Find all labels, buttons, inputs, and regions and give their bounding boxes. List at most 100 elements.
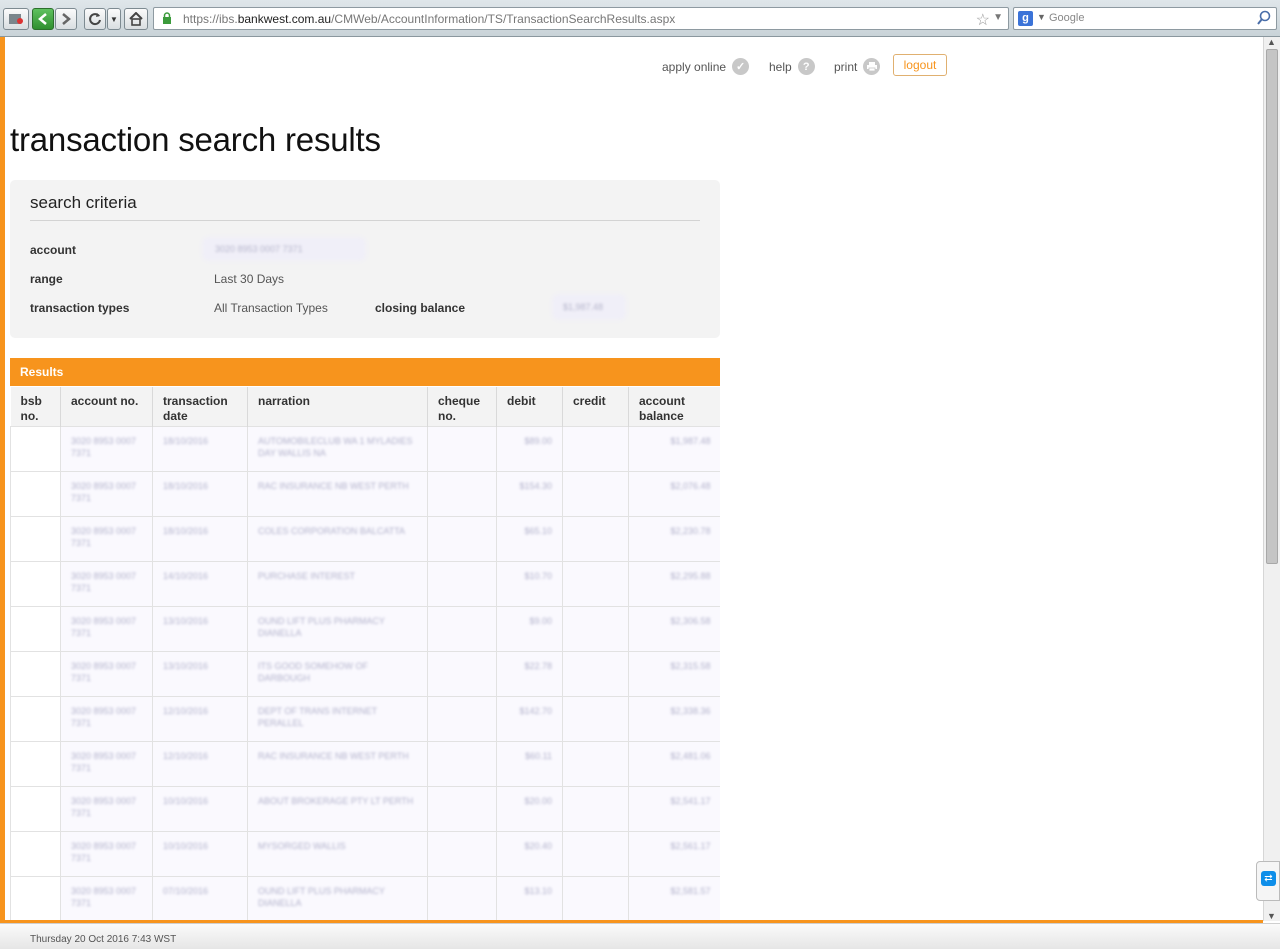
debit-value: $20.40 <box>524 840 552 851</box>
debit-value: $13.10 <box>524 885 552 896</box>
closing-balance-value: $1,987.48 <box>563 302 604 312</box>
home-button[interactable] <box>124 8 148 30</box>
cell-account: 3020 8953 0007 7371 <box>60 470 153 516</box>
cell-account: 3020 8953 0007 7371 <box>60 785 153 831</box>
column-header-credit[interactable]: credit <box>562 387 629 426</box>
cell-bsb <box>10 830 61 876</box>
cell-credit <box>562 785 629 831</box>
left-accent-bar <box>0 37 5 921</box>
balance-value: $1,987.48 <box>670 435 711 446</box>
date-value: 18/10/2016 <box>163 525 209 536</box>
date-value: 13/10/2016 <box>163 660 209 671</box>
table-row: 3020 8953 0007 7371 13/10/2016 ITS GOOD SO… <box>10 650 720 696</box>
reload-button[interactable] <box>84 8 106 30</box>
column-header-date[interactable]: transaction date <box>152 387 248 426</box>
balance-value: $2,581.57 <box>670 885 711 896</box>
print-link[interactable]: print <box>834 58 881 75</box>
cell-credit <box>562 830 629 876</box>
column-header-bsb[interactable]: bsb no. <box>10 387 61 426</box>
narration-value: ABOUT BROKERAGE PTY LT PERTH <box>258 795 414 806</box>
cell-account: 3020 8953 0007 7371 <box>60 605 153 651</box>
balance-value: $2,230.78 <box>670 525 711 536</box>
scroll-up-icon[interactable]: ▲ <box>1267 37 1276 47</box>
date-value: 10/10/2016 <box>163 840 209 851</box>
cell-account: 3020 8953 0007 7371 <box>60 425 153 471</box>
search-criteria-panel: search criteria account 3020 8953 0007 7… <box>10 180 720 338</box>
cell-date: 18/10/2016 <box>152 515 248 561</box>
cell-cheque <box>427 650 497 696</box>
cell-cheque <box>427 875 497 920</box>
debit-value: $20.00 <box>524 795 552 806</box>
narration-value: AUTOMOBILECLUB WA 1 MYLADIES DAY WALLIS … <box>258 435 413 458</box>
teamviewer-tab[interactable]: ⇄ <box>1256 861 1280 901</box>
column-header-account[interactable]: account no. <box>60 387 153 426</box>
table-header-row: bsb no. account no. transaction date nar… <box>10 387 720 426</box>
cell-debit: $65.10 <box>496 515 563 561</box>
cell-credit <box>562 560 629 606</box>
search-input[interactable]: Google <box>1049 12 1084 24</box>
cell-cheque <box>427 425 497 471</box>
cell-account: 3020 8953 0007 7371 <box>60 560 153 606</box>
cell-account: 3020 8953 0007 7371 <box>60 515 153 561</box>
cell-account: 3020 8953 0007 7371 <box>60 695 153 741</box>
cell-bsb <box>10 740 61 786</box>
help-link[interactable]: help ? <box>769 58 815 75</box>
google-icon[interactable]: g <box>1018 11 1033 26</box>
cell-date: 12/10/2016 <box>152 740 248 786</box>
table-row: 3020 8953 0007 7371 10/10/2016 MYSORGED WA… <box>10 830 720 876</box>
transactions-table: bsb no. account no. transaction date nar… <box>10 387 720 920</box>
browser-menu-icon[interactable] <box>3 8 29 30</box>
cell-bsb <box>10 650 61 696</box>
date-value: 07/10/2016 <box>163 885 209 896</box>
column-header-debit[interactable]: debit <box>496 387 563 426</box>
cell-narration: RAC INSURANCE NB WEST PERTH <box>247 740 428 786</box>
forward-button[interactable] <box>55 8 77 30</box>
cell-debit: $13.10 <box>496 875 563 920</box>
address-dropdown-icon[interactable]: ▼ <box>993 12 1003 23</box>
cell-narration: COLES CORPORATION BALCATTA <box>247 515 428 561</box>
column-header-balance[interactable]: account balance <box>628 387 720 426</box>
question-icon: ? <box>797 58 815 75</box>
balance-value: $2,561.17 <box>670 840 711 851</box>
account-value: 3020 8953 0007 7371 <box>71 885 137 908</box>
cell-narration: ABOUT BROKERAGE PTY LT PERTH <box>247 785 428 831</box>
reload-dropdown-icon[interactable]: ▼ <box>107 8 121 30</box>
cell-credit <box>562 695 629 741</box>
cell-cheque <box>427 740 497 786</box>
cell-debit: $154.30 <box>496 470 563 516</box>
cell-date: 18/10/2016 <box>152 425 248 471</box>
account-value: 3020 8953 0007 7371 <box>71 435 137 458</box>
cell-account: 3020 8953 0007 7371 <box>60 650 153 696</box>
cell-cheque <box>427 515 497 561</box>
cell-bsb <box>10 875 61 920</box>
account-value: 3020 8953 0007 7371 <box>71 525 137 548</box>
logout-button[interactable]: logout <box>893 54 947 76</box>
status-bar: Thursday 20 Oct 2016 7:43 WST <box>0 923 1280 949</box>
cell-narration: ITS GOOD SOMEHOW OF DARBOUGH <box>247 650 428 696</box>
balance-value: $2,481.06 <box>670 750 711 761</box>
account-value: 3020 8953 0007 7371 <box>71 615 137 638</box>
apply-online-link[interactable]: apply online ✓ <box>662 58 750 75</box>
debit-value: $142.70 <box>519 705 552 716</box>
search-engine-dropdown-icon[interactable]: ▼ <box>1037 12 1046 22</box>
apply-online-label: apply online <box>662 59 727 74</box>
cell-credit <box>562 740 629 786</box>
results-header: Results <box>10 358 720 386</box>
scrollbar-thumb[interactable] <box>1266 49 1278 564</box>
search-bar[interactable]: g ▼ Google <box>1013 7 1277 30</box>
search-icon[interactable] <box>1256 10 1272 31</box>
cell-bsb <box>10 785 61 831</box>
account-value: 3020 8953 0007 7371 <box>71 795 137 818</box>
cell-credit <box>562 650 629 696</box>
address-bar[interactable]: https://ibs.bankwest.com.au/CMWeb/Accoun… <box>153 7 1009 30</box>
balance-value: $2,338.36 <box>670 705 711 716</box>
cell-debit: $22.78 <box>496 650 563 696</box>
bookmark-star-icon[interactable]: ☆ <box>976 10 990 30</box>
cell-bsb <box>10 695 61 741</box>
column-header-narration[interactable]: narration <box>247 387 428 426</box>
back-button[interactable] <box>32 8 54 30</box>
column-header-cheque[interactable]: cheque no. <box>427 387 497 426</box>
scroll-down-icon[interactable]: ▼ <box>1267 911 1276 921</box>
range-value: Last 30 Days <box>214 272 285 286</box>
page-scrollbar[interactable]: ▲ ▼ <box>1263 37 1280 921</box>
